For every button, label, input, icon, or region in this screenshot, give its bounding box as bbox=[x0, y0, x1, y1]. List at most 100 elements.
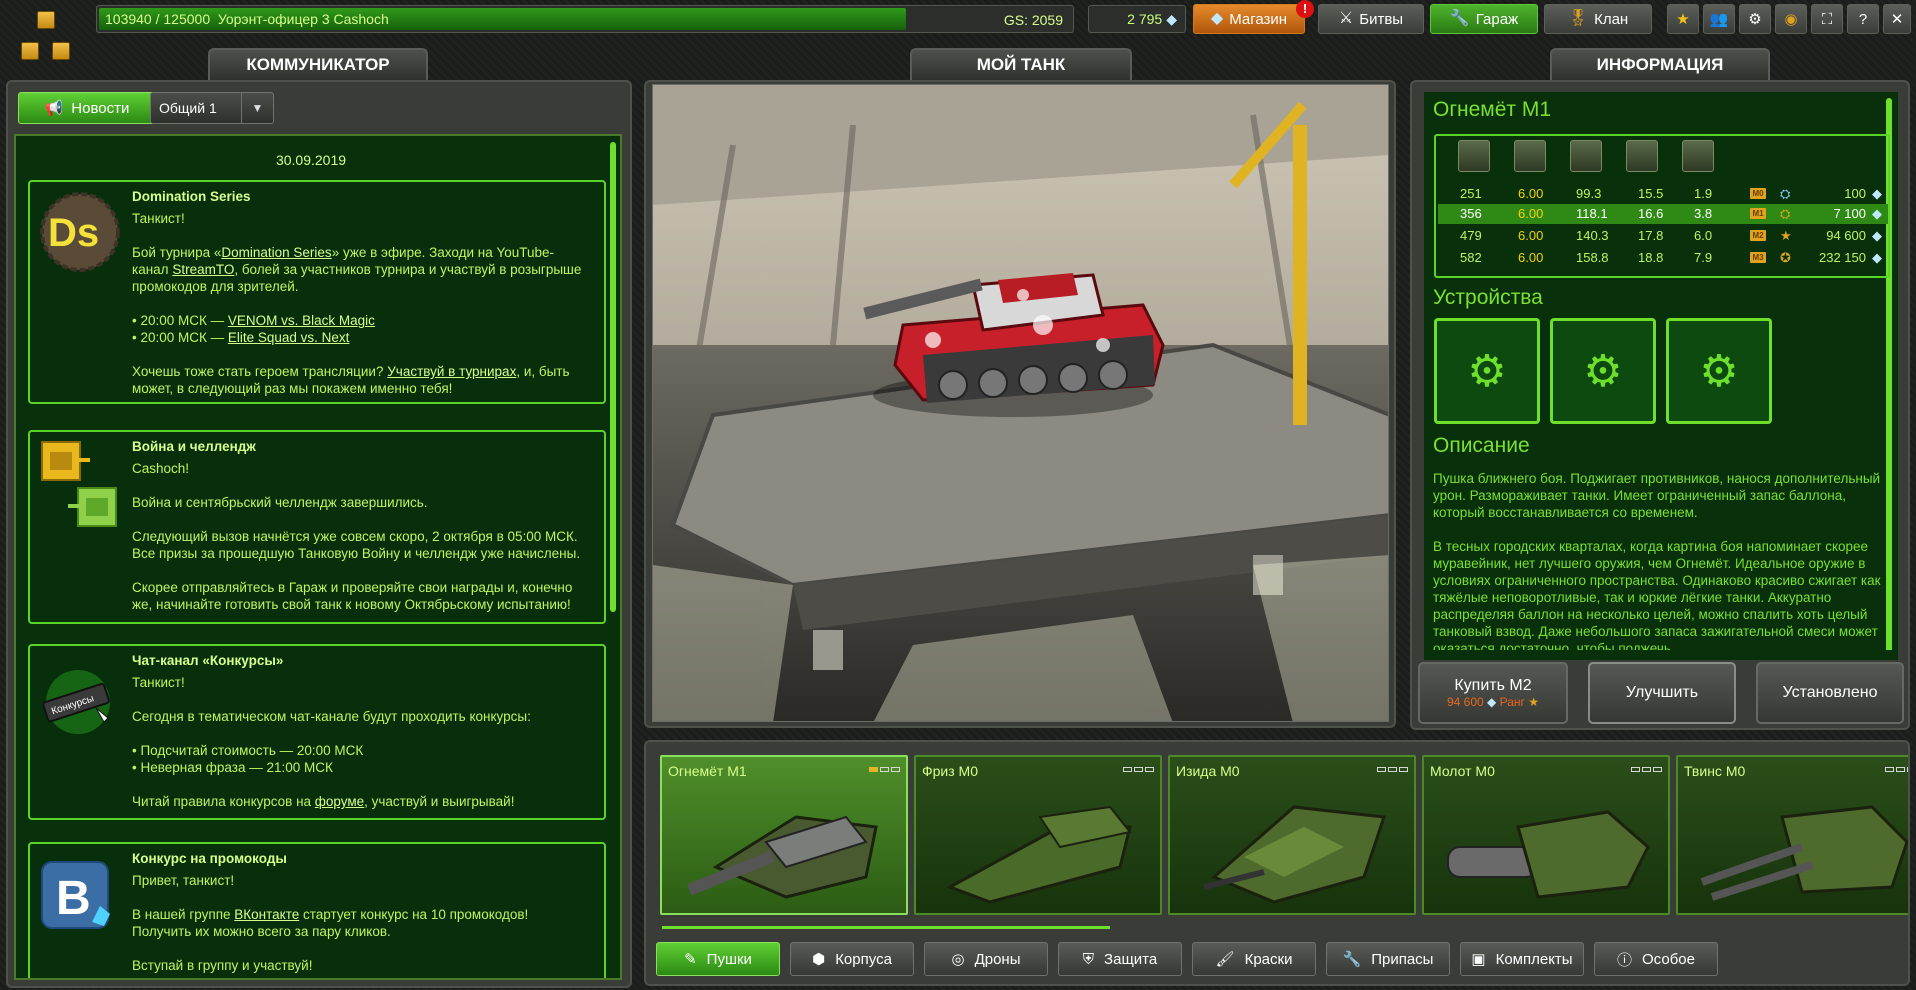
upgrade-label: Улучшить bbox=[1625, 684, 1699, 701]
item-card[interactable]: Изида М0 bbox=[1168, 755, 1416, 915]
level-dot bbox=[880, 767, 889, 772]
stat-value: 356 bbox=[1460, 206, 1482, 221]
crystals-counter: 2 795 ◆ bbox=[1088, 5, 1186, 33]
news-link[interactable]: Участвуй в турнирах bbox=[387, 364, 516, 379]
upgrade-button[interactable]: Улучшить bbox=[1588, 662, 1736, 724]
description-paragraph: В тесных городских кварталах, когда карт… bbox=[1433, 539, 1881, 656]
news-card: Конкурсы Чат-канал «Конкурсы» Танкист! С… bbox=[28, 644, 606, 820]
item-title: Огнемёт М1 bbox=[1433, 98, 1552, 121]
news-text: Сегодня в тематическом чат-канале будут … bbox=[132, 709, 531, 724]
items-carousel[interactable]: Огнемёт М1 Фриз М0 Изида М0 Молот М0 Тви… bbox=[652, 747, 1908, 921]
news-greeting: Привет, танкист! bbox=[132, 873, 235, 888]
filter-tab-weapons[interactable]: ✎ Пушки bbox=[656, 942, 780, 976]
filter-tab-paints[interactable]: 🖌 Краски bbox=[1192, 942, 1316, 976]
top-bar: 103940 / 125000 Уорэнт-офицер 3 Cashoch … bbox=[0, 0, 1916, 60]
device-slot[interactable]: ⚙ bbox=[1550, 318, 1656, 424]
star-button[interactable]: ★ bbox=[1667, 4, 1699, 34]
help-button[interactable]: ? bbox=[1847, 4, 1879, 34]
news-link[interactable]: Elite Squad vs. Next bbox=[228, 330, 350, 345]
news-card-title: Война и челлендж bbox=[132, 439, 256, 454]
clan-label: Клан bbox=[1594, 10, 1629, 28]
hull-icon: ⬢ bbox=[812, 951, 826, 968]
news-text: Все призы за прошедшую Танковую Войну и … bbox=[132, 546, 581, 561]
crystal-icon: ◆ bbox=[1487, 695, 1497, 709]
medal-icon: 🎖 bbox=[1567, 10, 1589, 27]
device-slot[interactable]: ⚙ bbox=[1434, 318, 1540, 424]
news-feed[interactable]: 30.09.2019 Ds Domination Series Танкист!… bbox=[14, 134, 622, 980]
stats-row: 479 6.00 140.3 17.8 6.0 М2 ★ 94 600 ◆ bbox=[1438, 226, 1888, 246]
buy-price: 94 600 bbox=[1446, 695, 1484, 709]
news-button[interactable]: 📢 Новости bbox=[18, 92, 156, 124]
news-text: Хочешь тоже стать героем трансляции? bbox=[132, 364, 388, 379]
filter-tab-special[interactable]: ⓘ Особое bbox=[1594, 942, 1718, 976]
channel-select[interactable]: Общий 1 ▼ bbox=[150, 92, 274, 124]
close-button[interactable]: ✕ bbox=[1883, 4, 1911, 34]
news-link[interactable]: StreamTO bbox=[172, 262, 234, 277]
battles-label: Битвы bbox=[1359, 10, 1404, 28]
garage-button[interactable]: 🔧 Гараж bbox=[1430, 4, 1538, 34]
item-card[interactable]: Молот М0 bbox=[1422, 755, 1670, 915]
settings-button[interactable]: ⚙ bbox=[1739, 4, 1771, 34]
level-dot bbox=[1653, 767, 1662, 772]
item-card[interactable]: Твинс М0 bbox=[1676, 755, 1908, 915]
price-value: 94 600 bbox=[1826, 228, 1866, 243]
sound-button[interactable]: ◉ bbox=[1775, 4, 1807, 34]
upgrade-level-indicator bbox=[1377, 767, 1408, 772]
news-link[interactable]: VENOM vs. Black Magic bbox=[228, 313, 375, 328]
modification-badge: М1 bbox=[1750, 208, 1766, 219]
filter-tab-supplies[interactable]: 🔧 Припасы bbox=[1326, 942, 1450, 976]
stat-value: 251 bbox=[1460, 186, 1482, 201]
reload-stat-icon bbox=[1514, 140, 1546, 172]
rank-icon: ⛭ bbox=[1780, 206, 1791, 221]
drone-icon: ◎ bbox=[951, 951, 965, 968]
range-stat-icon bbox=[1626, 140, 1658, 172]
fullscreen-button[interactable]: ⛶ bbox=[1811, 4, 1843, 34]
clan-button[interactable]: 🎖 Клан bbox=[1544, 4, 1652, 34]
news-text: Читай правила конкурсов на bbox=[132, 794, 315, 809]
level-dot bbox=[1123, 767, 1132, 772]
stat-value: 140.3 bbox=[1576, 228, 1609, 243]
twins-turret-icon bbox=[1700, 805, 1908, 901]
item-card[interactable]: Фриз М0 bbox=[914, 755, 1162, 915]
stat-value: 582 bbox=[1460, 250, 1482, 265]
news-date: 30.09.2019 bbox=[275, 152, 347, 168]
filter-tab-kits[interactable]: ▣ Комплекты bbox=[1460, 942, 1584, 976]
level-dot bbox=[1134, 767, 1143, 772]
gs-value: GS: 2059 bbox=[1003, 12, 1063, 28]
news-greeting: Cashoch! bbox=[132, 461, 190, 476]
menu-square-icon[interactable] bbox=[52, 42, 70, 60]
price-value: 232 150 bbox=[1819, 250, 1866, 265]
filter-tab-hulls[interactable]: ⬢ Корпуса bbox=[790, 942, 914, 976]
stat-value: 6.00 bbox=[1518, 250, 1544, 265]
news-card-title: Domination Series bbox=[132, 189, 251, 204]
menu-square-icon[interactable] bbox=[21, 42, 39, 60]
shop-button[interactable]: ◆ Магазин bbox=[1193, 4, 1305, 34]
item-card-selected[interactable]: Огнемёт М1 bbox=[660, 755, 908, 915]
device-slot[interactable]: ⚙ bbox=[1666, 318, 1772, 424]
installed-button[interactable]: Установлено bbox=[1756, 662, 1904, 724]
experience-bar-fill: 103940 / 125000 Уорэнт-офицер 3 Cashoch bbox=[99, 8, 906, 30]
level-dot bbox=[891, 767, 900, 772]
friends-button[interactable]: 👥 bbox=[1703, 4, 1735, 34]
xp-text: 103940 / 125000 bbox=[105, 11, 211, 27]
news-link[interactable]: форуме bbox=[315, 794, 364, 809]
exclamation-icon: ⓘ bbox=[1617, 951, 1633, 969]
friends-icon: 👥 bbox=[1709, 11, 1729, 28]
buy-button[interactable]: Купить М2 94 600 ◆ Ранг ★ bbox=[1418, 662, 1568, 724]
menu-square-icon[interactable] bbox=[37, 11, 55, 29]
battles-button[interactable]: ⚔ Битвы bbox=[1318, 4, 1424, 34]
description-title: Описание bbox=[1433, 434, 1530, 457]
news-link[interactable]: Domination Series bbox=[221, 245, 331, 260]
filter-tab-protection[interactable]: ⛨ Защита bbox=[1058, 942, 1182, 976]
isida-turret-icon bbox=[1203, 805, 1387, 904]
turret-icon: ✎ bbox=[684, 951, 697, 968]
news-text: • Подсчитай стоимость — 20:00 МСК bbox=[132, 743, 364, 758]
garage-tank-view[interactable] bbox=[652, 84, 1389, 722]
filter-tab-drones[interactable]: ◎ Дроны bbox=[924, 942, 1048, 976]
paint-icon: 🖌 bbox=[1215, 951, 1235, 968]
items-scroll-progress[interactable] bbox=[662, 926, 1110, 929]
news-link[interactable]: ВКонтакте bbox=[234, 907, 299, 922]
level-dot bbox=[1399, 767, 1408, 772]
tab-my-tank: МОЙ ТАНК bbox=[910, 48, 1132, 80]
news-scrollbar[interactable] bbox=[610, 142, 616, 612]
